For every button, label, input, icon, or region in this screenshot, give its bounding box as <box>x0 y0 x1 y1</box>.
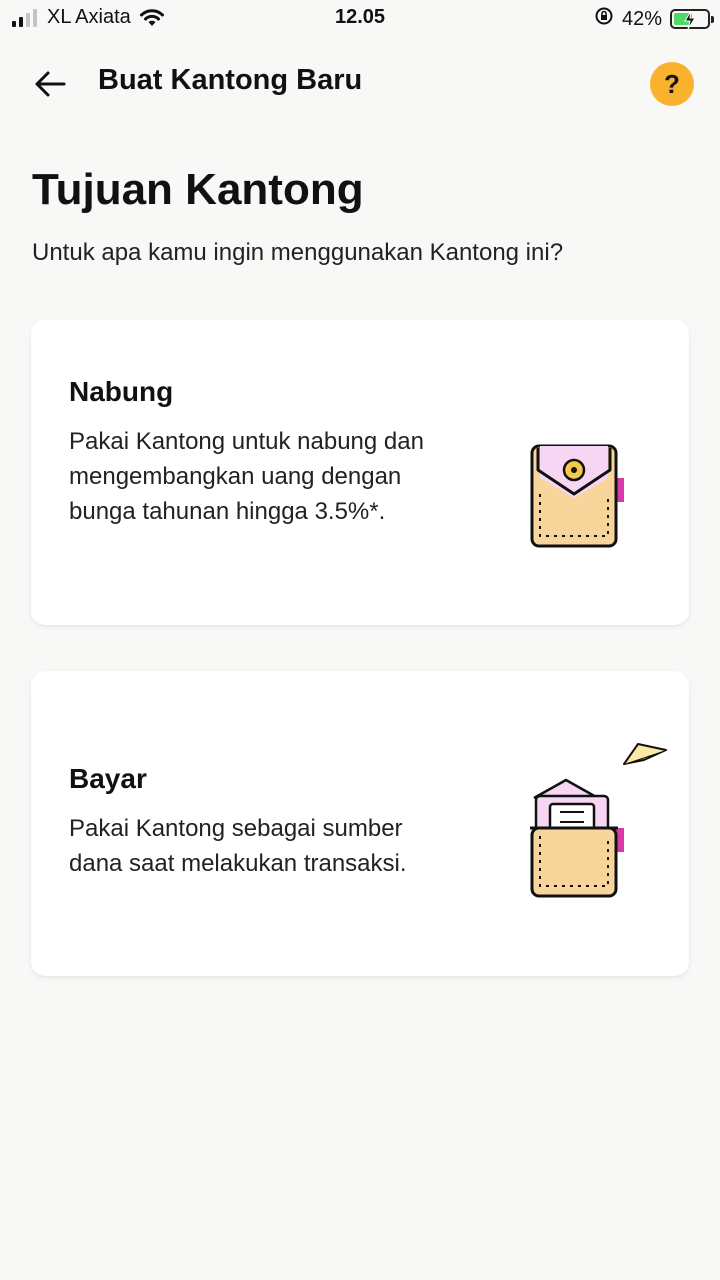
status-bar-right: 42% <box>594 6 714 32</box>
orientation-lock-icon <box>594 6 614 32</box>
header-title: Buat Kantong Baru <box>98 64 363 96</box>
option-card-savings[interactable]: Nabung Pakai Kantong untuk nabung dan me… <box>31 320 689 625</box>
option-description: Pakai Kantong sebagai sumber dana saat m… <box>69 815 407 877</box>
option-description: Pakai Kantong untuk nabung dan mengemban… <box>69 428 424 525</box>
option-title: Nabung <box>69 376 174 407</box>
option-card-pay[interactable]: Bayar Pakai Kantong sebagai sumber dana … <box>31 671 689 976</box>
battery-charging-icon <box>670 9 714 30</box>
option-title: Bayar <box>69 763 147 794</box>
back-arrow-icon <box>35 71 66 97</box>
savings-pocket-icon <box>526 440 636 560</box>
help-button[interactable]: ? <box>650 62 694 106</box>
status-bar: XL Axiata 12.05 42% <box>0 0 720 36</box>
battery-percentage: 42% <box>621 7 662 30</box>
page-subtitle: Untuk apa kamu ingin menggunakan Kantong… <box>32 239 564 266</box>
page-title: Tujuan Kantong <box>32 165 364 214</box>
back-button[interactable] <box>30 64 70 104</box>
payment-pocket-icon <box>526 736 676 911</box>
